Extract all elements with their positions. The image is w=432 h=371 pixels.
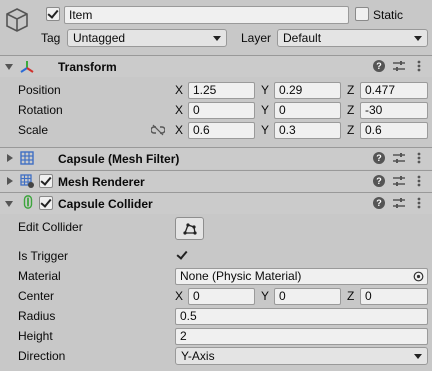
tag-value: Untagged (73, 31, 126, 45)
material-label: Material (18, 269, 61, 283)
grid-mesh-icon (20, 151, 34, 165)
axis-y-label[interactable]: Y (261, 122, 269, 138)
axis-z-label[interactable]: Z (347, 102, 354, 118)
static-toggle[interactable] (355, 7, 369, 21)
foldout-closed-icon[interactable] (7, 154, 13, 162)
mesh-renderer-icon (20, 174, 34, 188)
axis-x-label[interactable]: X (175, 82, 183, 98)
axis-y-label[interactable]: Y (261, 288, 269, 304)
foldout-open-icon[interactable] (5, 201, 13, 207)
foldout-open-icon[interactable] (5, 64, 13, 70)
rotation-x-field[interactable]: 0 (188, 102, 255, 119)
cube-icon (6, 8, 28, 32)
scale-x-field[interactable]: 0.6 (188, 122, 255, 139)
active-toggle[interactable] (46, 7, 60, 21)
mesh-renderer-header[interactable]: Mesh Renderer ? (0, 170, 432, 192)
layer-dropdown[interactable]: Default (277, 29, 428, 47)
center-x-field[interactable]: 0 (188, 288, 255, 305)
object-picker-icon[interactable] (413, 271, 424, 282)
capsule-collider-header[interactable]: Capsule Collider ? (0, 192, 432, 214)
capsule-collider-title: Capsule Collider (58, 197, 153, 211)
position-label: Position (18, 83, 61, 97)
mesh-renderer-title: Mesh Renderer (58, 175, 145, 189)
axis-x-label[interactable]: X (175, 288, 183, 304)
help-icon[interactable]: ? (373, 152, 385, 164)
height-field[interactable]: 2 (175, 328, 428, 345)
kebab-menu-icon[interactable] (412, 151, 426, 165)
mesh-filter-header[interactable]: Capsule (Mesh Filter) ? (0, 147, 432, 169)
capsule-collider-enabled-toggle[interactable] (39, 196, 53, 210)
object-name-input[interactable]: Item (64, 6, 349, 24)
scale-label: Scale (18, 123, 49, 137)
axis-x-label[interactable]: X (175, 122, 183, 138)
scale-z-field[interactable]: 0.6 (360, 122, 428, 139)
rotation-y-field[interactable]: 0 (274, 102, 341, 119)
presets-icon[interactable] (392, 59, 406, 73)
direction-dropdown[interactable]: Y-Axis (175, 347, 428, 365)
layer-label: Layer (241, 31, 272, 45)
radius-field[interactable]: 0.5 (175, 308, 428, 325)
chevron-down-icon (414, 354, 422, 359)
layer-value: Default (283, 31, 322, 45)
chevron-down-icon (213, 36, 221, 41)
axis-z-label[interactable]: Z (347, 122, 354, 138)
mesh-renderer-enabled-toggle[interactable] (39, 174, 53, 188)
scale-y-field[interactable]: 0.3 (274, 122, 341, 139)
axis-z-label[interactable]: Z (347, 82, 354, 98)
presets-icon[interactable] (392, 196, 406, 210)
edit-collider-label: Edit Collider (18, 220, 83, 234)
chevron-down-icon (414, 36, 422, 41)
material-field[interactable]: None (Physic Material) (175, 268, 428, 285)
direction-value: Y-Axis (181, 349, 215, 363)
edit-shape-icon (183, 223, 197, 235)
capsule-collider-icon (23, 195, 33, 209)
rotation-z-field[interactable]: -30 (360, 102, 428, 119)
help-icon[interactable]: ? (373, 60, 385, 72)
kebab-menu-icon[interactable] (412, 59, 426, 73)
kebab-menu-icon[interactable] (412, 196, 426, 210)
axis-x-label[interactable]: X (175, 102, 183, 118)
center-z-field[interactable]: 0 (360, 288, 428, 305)
axis-y-label[interactable]: Y (261, 102, 269, 118)
is-trigger-checkbox[interactable] (175, 248, 189, 262)
position-z-field[interactable]: 0.477 (360, 82, 428, 99)
presets-icon[interactable] (392, 151, 406, 165)
edit-collider-button[interactable] (175, 217, 204, 240)
material-value: None (Physic Material) (180, 269, 302, 283)
is-trigger-label: Is Trigger (18, 249, 69, 263)
center-y-field[interactable]: 0 (274, 288, 341, 305)
direction-label: Direction (18, 349, 66, 363)
presets-icon[interactable] (392, 174, 406, 188)
link-broken-icon[interactable] (151, 124, 165, 136)
axis-y-label[interactable]: Y (261, 82, 269, 98)
center-label: Center (18, 289, 55, 303)
rotation-label: Rotation (18, 103, 63, 117)
kebab-menu-icon[interactable] (412, 174, 426, 188)
axis-z-label[interactable]: Z (347, 288, 354, 304)
position-y-field[interactable]: 0.29 (274, 82, 341, 99)
transform-axes-icon (20, 61, 34, 73)
height-label: Height (18, 329, 53, 343)
help-icon[interactable]: ? (373, 175, 385, 187)
position-x-field[interactable]: 1.25 (188, 82, 255, 99)
tag-label: Tag (41, 31, 61, 45)
tag-dropdown[interactable]: Untagged (67, 29, 227, 47)
static-label: Static (373, 8, 404, 22)
radius-label: Radius (18, 309, 56, 323)
mesh-filter-title: Capsule (Mesh Filter) (58, 152, 180, 166)
foldout-closed-icon[interactable] (7, 177, 13, 185)
help-icon[interactable]: ? (373, 197, 385, 209)
transform-header[interactable]: Transform ? (0, 55, 432, 77)
transform-title: Transform (58, 60, 117, 74)
